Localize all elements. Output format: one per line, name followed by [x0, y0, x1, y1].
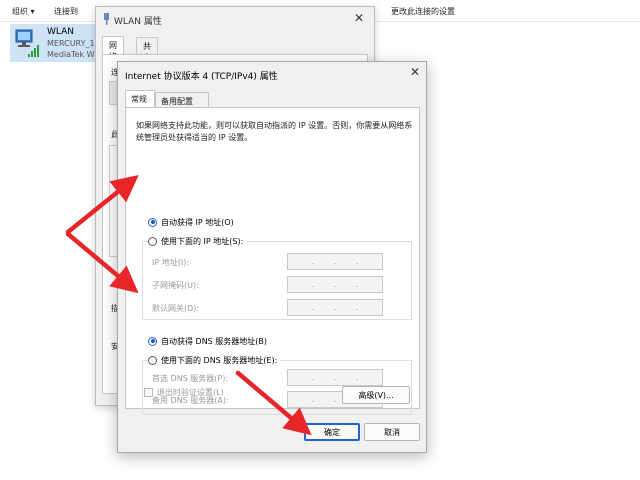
tab-sharing[interactable]: 共享 — [136, 37, 158, 62]
subnet-mask-field[interactable]: ... — [287, 276, 383, 293]
ipv4-properties-dialog: Internet 协议版本 4 (TCP/IPv4) 属性 ✕ 常规 备用配置 … — [117, 61, 427, 453]
auto-dns-radio[interactable] — [148, 336, 157, 346]
general-panel: 如果网络支持此功能，则可以获取自动指派的 IP 设置。否则，你需要从网络系统管理… — [125, 107, 420, 415]
ok-button[interactable]: 确定 — [304, 423, 360, 441]
organize-menu[interactable]: 组织 ▾ — [12, 6, 35, 17]
auto-dns-option[interactable]: 自动获得 DNS 服务器地址(B) — [148, 335, 267, 347]
cancel-button[interactable]: 取消 — [364, 423, 420, 441]
wlan-close-icon[interactable]: ✕ — [354, 11, 364, 25]
manual-ip-radio[interactable] — [148, 236, 157, 246]
validate-settings-option[interactable]: 退出时验证设置(L) — [144, 387, 224, 398]
network-plug-icon — [104, 13, 109, 25]
description-text: 如果网络支持此功能，则可以获取自动指派的 IP 设置。否则，你需要从网络系统管理… — [136, 121, 413, 142]
change-settings-button[interactable]: 更改此连接的设置 — [391, 6, 455, 17]
subnet-mask-label: 子网掩码(U): — [152, 281, 199, 290]
connect-to-button[interactable]: 连接到 — [54, 6, 78, 17]
advanced-button[interactable]: 高级(V)... — [342, 386, 410, 404]
manual-dns-label: 使用下面的 DNS 服务器地址(E): — [161, 355, 278, 365]
close-icon[interactable]: ✕ — [408, 65, 422, 79]
network-adapter-icon — [15, 29, 39, 57]
wlan-window-title: WLAN 属性 — [114, 17, 162, 27]
ip-address-field[interactable]: ... — [287, 253, 383, 270]
ip-address-label: IP 地址(I): — [152, 258, 190, 267]
preferred-dns-field[interactable]: ... — [287, 369, 383, 386]
auto-ip-label: 自动获得 IP 地址(O) — [161, 217, 234, 227]
tab-network[interactable]: 网络 — [102, 36, 124, 61]
auto-ip-option[interactable]: 自动获得 IP 地址(O) — [148, 216, 234, 228]
auto-ip-radio[interactable] — [148, 217, 157, 227]
validate-settings-label: 退出时验证设置(L) — [157, 388, 224, 397]
manual-ip-option[interactable]: 使用下面的 IP 地址(S): — [148, 235, 247, 247]
default-gateway-field[interactable]: ... — [287, 299, 383, 316]
preferred-dns-label: 首选 DNS 服务器(P): — [152, 374, 229, 383]
manual-dns-radio[interactable] — [148, 355, 157, 365]
auto-dns-label: 自动获得 DNS 服务器地址(B) — [161, 336, 268, 346]
manual-ip-label: 使用下面的 IP 地址(S): — [161, 236, 244, 246]
adapter-network: MERCURY_1 — [47, 39, 95, 48]
dialog-title: Internet 协议版本 4 (TCP/IPv4) 属性 — [125, 72, 278, 82]
adapter-device: MediaTek W — [47, 50, 95, 59]
adapter-name: WLAN — [47, 27, 75, 37]
wlan-adapter-tile[interactable]: WLAN MERCURY_1 MediaTek W — [10, 24, 104, 62]
tab-general[interactable]: 常规 — [125, 90, 155, 108]
manual-dns-option[interactable]: 使用下面的 DNS 服务器地址(E): — [148, 354, 281, 366]
default-gateway-label: 默认网关(D): — [152, 304, 200, 313]
validate-settings-checkbox[interactable] — [144, 388, 153, 397]
